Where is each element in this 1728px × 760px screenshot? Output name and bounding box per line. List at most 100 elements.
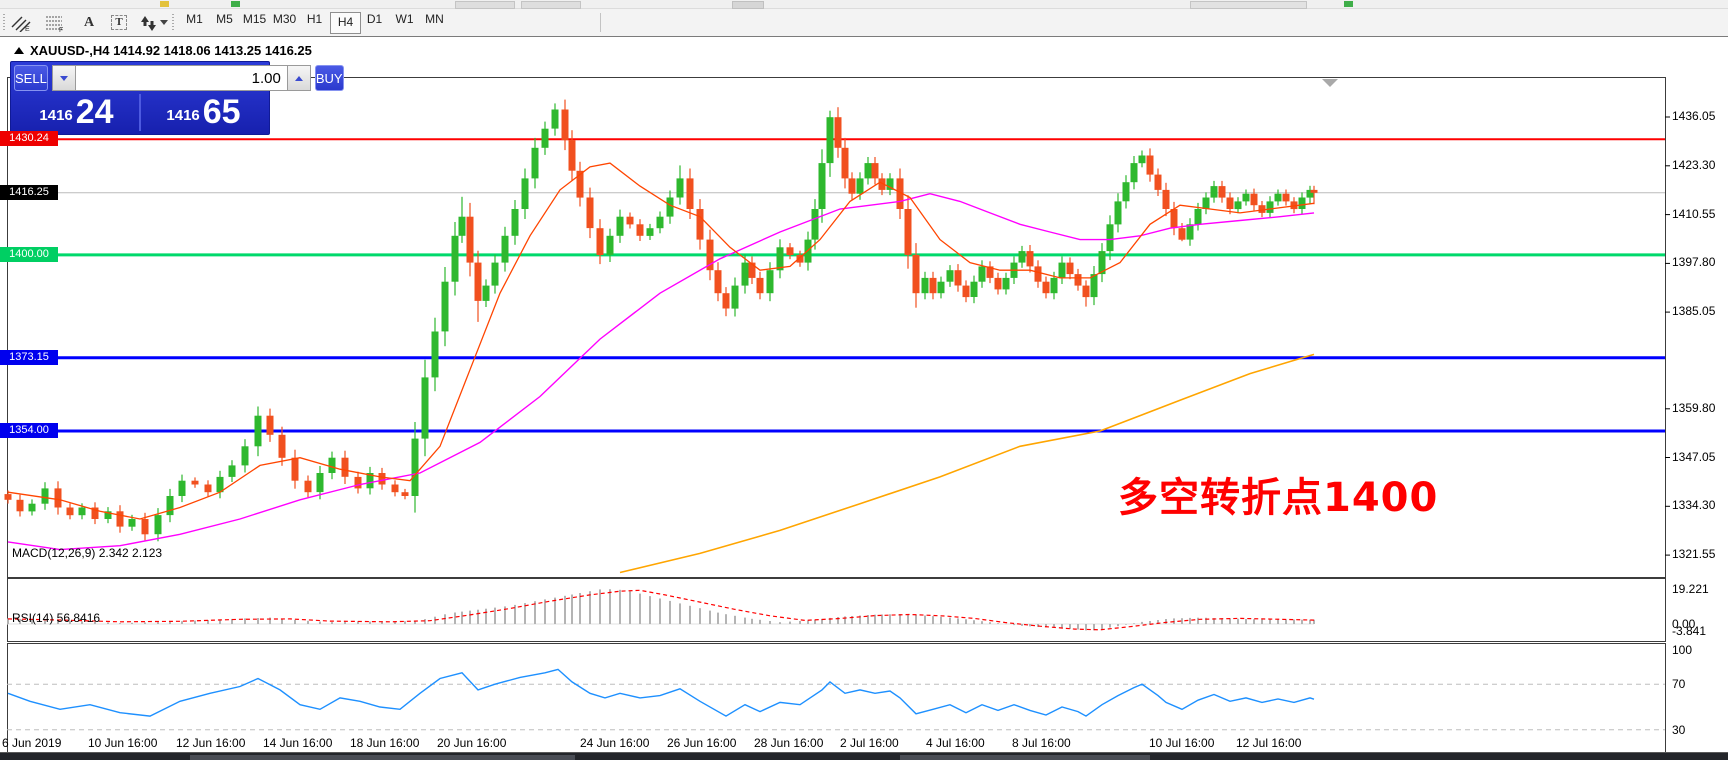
volume-control <box>52 65 311 91</box>
candle <box>522 178 529 209</box>
dropdown-caret-icon[interactable] <box>158 12 170 33</box>
candle <box>142 519 149 534</box>
candle <box>842 148 849 179</box>
sell-button[interactable]: SELL <box>14 65 48 91</box>
candle <box>715 270 722 293</box>
toolbar-fragment <box>160 1 169 7</box>
sell-price[interactable]: 1416 24 <box>14 94 141 131</box>
candle <box>1259 205 1266 213</box>
bottom-edge-strip <box>0 752 1728 760</box>
candle <box>242 446 249 465</box>
price-chart[interactable] <box>0 37 1728 753</box>
candle <box>1019 251 1026 263</box>
candle <box>587 198 594 229</box>
candle <box>532 148 539 179</box>
candle <box>1275 194 1282 202</box>
candle <box>819 163 826 209</box>
candle <box>432 332 439 378</box>
price-tick-label: 1436.05 <box>1672 109 1715 123</box>
rsi-axis-label: 30 <box>1672 723 1685 737</box>
svg-text:F: F <box>59 27 63 32</box>
label-tool-glyph: T <box>111 15 126 30</box>
candle <box>279 435 286 458</box>
candle <box>627 217 634 225</box>
candle <box>1243 194 1250 202</box>
candle <box>947 270 954 282</box>
buy-price[interactable]: 1416 65 <box>141 94 266 131</box>
symbol-header: XAUUSD-,H4 1414.92 1418.06 1413.25 1416.… <box>14 43 312 58</box>
spinner-up-icon <box>295 76 303 81</box>
candle <box>502 236 509 263</box>
candle <box>955 270 962 285</box>
toolbar-separator <box>600 13 601 32</box>
candle <box>379 473 386 485</box>
timeframe-button-h1[interactable]: H1 <box>300 12 329 32</box>
buy-button[interactable]: BUY <box>315 65 344 91</box>
volume-increase-button[interactable] <box>287 65 311 91</box>
candle <box>179 481 186 496</box>
toolbar-fragment <box>1190 1 1307 9</box>
label-icon[interactable]: T <box>106 12 132 33</box>
timeframe-button-w1[interactable]: W1 <box>390 12 419 32</box>
date-tick-label: 4 Jul 16:00 <box>926 736 985 750</box>
toolbar-fragment <box>455 1 515 9</box>
candle <box>475 263 482 301</box>
candle <box>467 217 474 263</box>
candle <box>55 488 62 507</box>
candle <box>835 117 842 148</box>
candle <box>29 504 36 512</box>
equidistant-channel-icon[interactable]: E <box>8 12 34 33</box>
arrows-icon[interactable] <box>138 12 158 33</box>
candle <box>205 485 212 493</box>
rsi-label: RSI(14) 56.8416 <box>12 611 100 625</box>
timeframe-button-m15[interactable]: M15 <box>240 12 269 32</box>
candle <box>849 178 856 193</box>
candle <box>1235 201 1242 209</box>
volume-decrease-button[interactable] <box>52 65 76 91</box>
toolbar-drag-handle[interactable] <box>172 14 174 31</box>
timeframe-button-m5[interactable]: M5 <box>210 12 239 32</box>
price-tick-label: 1334.30 <box>1672 498 1715 512</box>
spinner-down-icon <box>60 76 68 81</box>
candle <box>1283 194 1290 202</box>
sell-price-base: 1416 <box>39 103 72 129</box>
candle <box>569 140 576 171</box>
volume-input[interactable] <box>76 65 287 91</box>
candle <box>129 519 136 527</box>
candle <box>1115 201 1122 224</box>
toolbar-fragment <box>521 1 581 9</box>
candle <box>872 163 879 178</box>
candle <box>1179 228 1186 240</box>
candle <box>117 511 124 526</box>
candle <box>492 263 499 286</box>
candle <box>1211 186 1218 198</box>
candle <box>979 266 986 281</box>
timeframe-button-h4[interactable]: H4 <box>330 12 361 34</box>
toolbar-drag-handle[interactable] <box>3 14 5 31</box>
chart-window: XAUUSD-,H4 1414.92 1418.06 1413.25 1416.… <box>0 36 1728 753</box>
macd-axis-label: -3.841 <box>1672 624 1706 638</box>
candle <box>255 416 262 447</box>
price-line-badge: 1354.00 <box>0 423 58 438</box>
date-tick-label: 24 Jun 16:00 <box>580 736 649 750</box>
bottom-edge-segment <box>900 755 1150 760</box>
candle <box>1067 263 1074 275</box>
timeframe-button-mn[interactable]: MN <box>420 12 449 32</box>
date-tick-label: 12 Jul 16:00 <box>1236 736 1301 750</box>
timeframe-button-d1[interactable]: D1 <box>360 12 389 32</box>
candle <box>742 263 749 286</box>
timeframe-button-m30[interactable]: M30 <box>270 12 299 32</box>
date-tick-label: 12 Jun 16:00 <box>176 736 245 750</box>
price-tick-label: 1385.05 <box>1672 304 1715 318</box>
current-price-badge: 1416.25 <box>0 185 58 200</box>
price-tick-label: 1321.55 <box>1672 547 1715 561</box>
text-icon[interactable]: A <box>76 12 102 33</box>
candle <box>1107 224 1114 251</box>
candle <box>229 465 236 477</box>
candle <box>305 481 312 493</box>
timeframe-button-m1[interactable]: M1 <box>180 12 209 32</box>
candle <box>342 458 349 477</box>
fibonacci-icon[interactable]: F <box>42 12 68 33</box>
one-click-collapse-icon[interactable] <box>14 47 24 54</box>
candle <box>938 282 945 294</box>
